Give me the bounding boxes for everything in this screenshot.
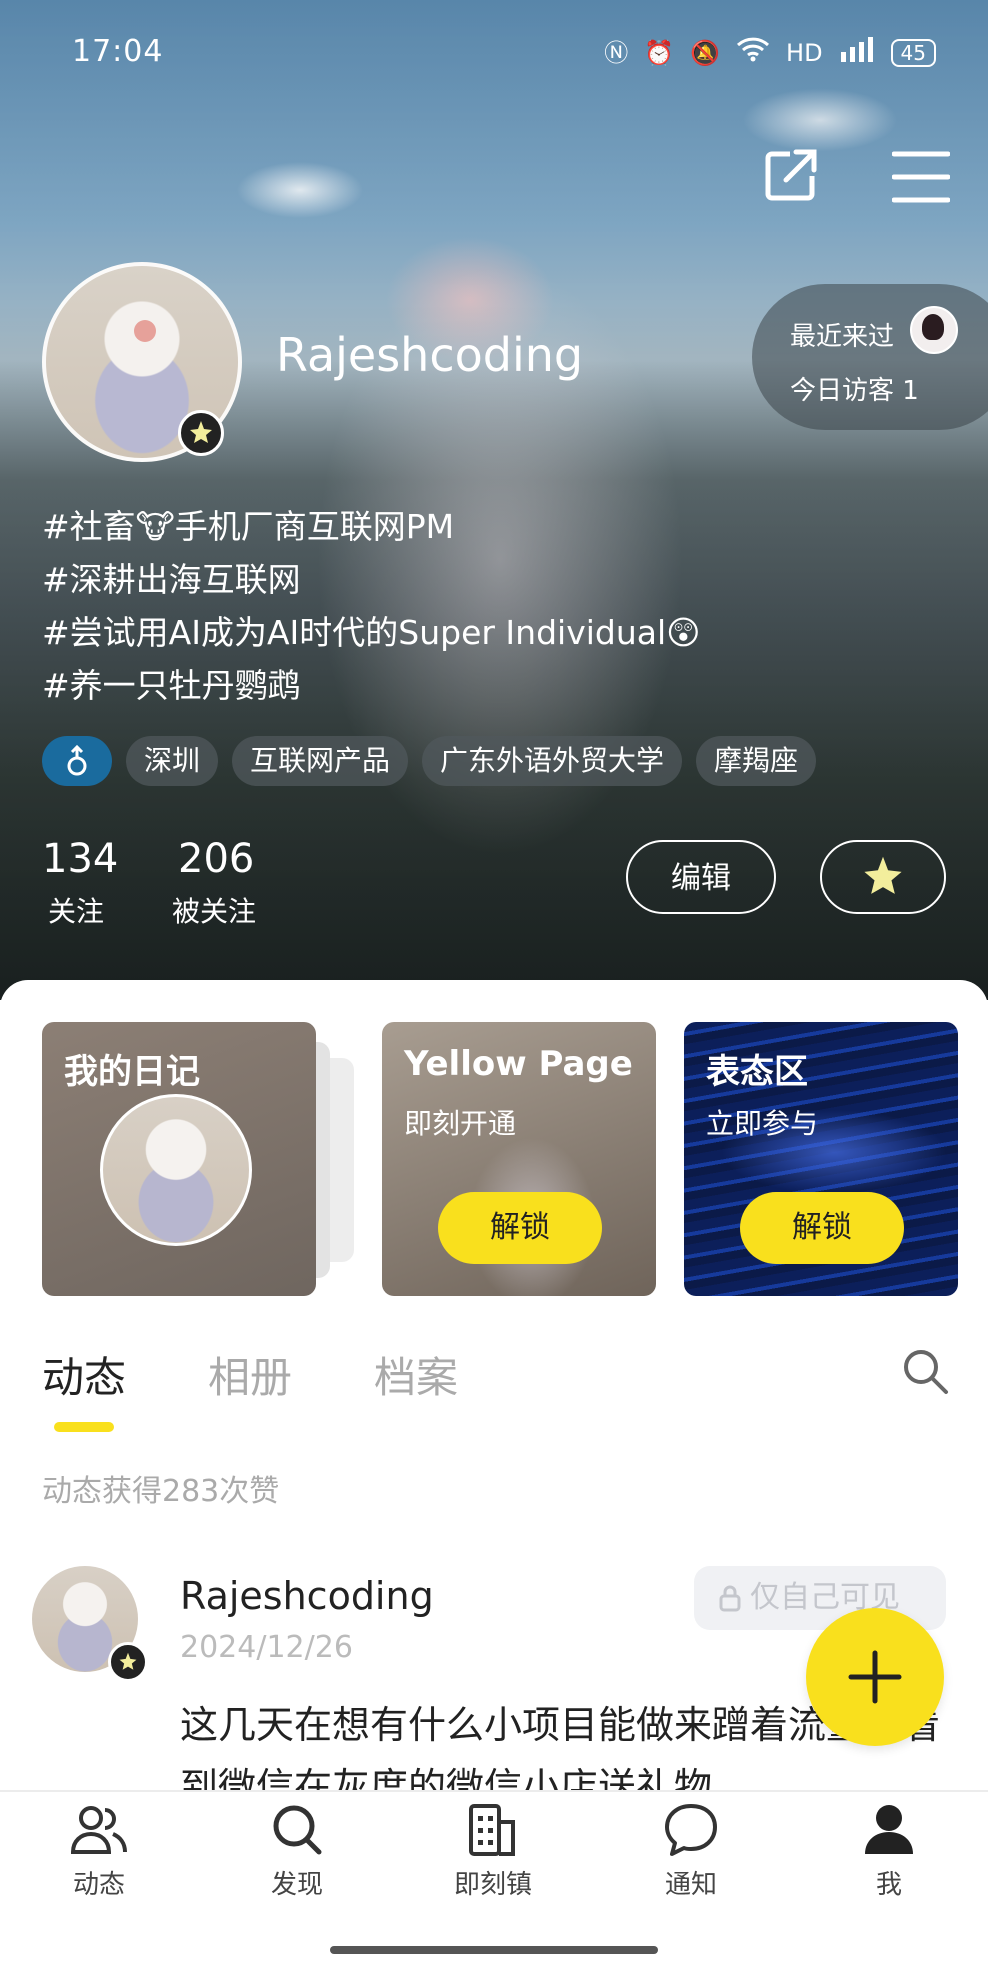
- profile-bio: #社畜🐮手机厂商互联网PM #深耕出海互联网 #尝试用AI成为AI时代的Supe…: [42, 500, 701, 712]
- tab-album[interactable]: 相册: [208, 1344, 292, 1405]
- yellow-page-card[interactable]: Yellow Page 即刻开通 解锁: [382, 1022, 656, 1296]
- bio-line: #尝试用AI成为AI时代的Super Individual😲: [42, 613, 701, 652]
- tag-industry[interactable]: 互联网产品: [232, 736, 409, 786]
- badge-icon[interactable]: [178, 410, 224, 456]
- edit-profile-button[interactable]: 编辑: [626, 840, 776, 914]
- battery-indicator: 45: [890, 38, 936, 67]
- create-post-button[interactable]: [806, 1608, 944, 1746]
- signal-icon: [839, 36, 875, 69]
- mute-icon: 🔕: [690, 38, 721, 67]
- visitor-avatar: [910, 306, 958, 354]
- tag-zodiac[interactable]: 摩羯座: [696, 736, 817, 786]
- yellow-page-title: Yellow Page: [404, 1044, 633, 1084]
- nav-notifications-label: 通知: [664, 1870, 717, 1900]
- nav-discover-label: 发现: [270, 1870, 323, 1900]
- express-zone-card[interactable]: 表态区 立即参与 解锁: [684, 1022, 958, 1296]
- nav-notifications[interactable]: 通知: [626, 1802, 756, 1901]
- unlock-button[interactable]: 解锁: [740, 1192, 904, 1264]
- diary-title: 我的日记: [64, 1052, 200, 1092]
- status-icons: Ⓝ ⏰ 🔕 HD 45: [604, 36, 936, 69]
- menu-button[interactable]: [891, 150, 952, 210]
- nav-feed[interactable]: 动态: [34, 1802, 164, 1901]
- post-date: 2024/12/26: [180, 1630, 353, 1665]
- followers-label[interactable]: 被关注: [172, 890, 256, 930]
- person-icon: [865, 1805, 913, 1854]
- plus-icon: [848, 1650, 902, 1704]
- recent-visitors-panel[interactable]: [752, 284, 988, 430]
- wifi-icon: [736, 36, 770, 69]
- profile-tags: 深圳 互联网产品 广东外语外贸大学 摩羯座: [42, 736, 817, 786]
- people-icon: [70, 1806, 127, 1854]
- search-icon: [273, 1805, 322, 1855]
- badge-button[interactable]: [820, 840, 946, 914]
- nav-discover[interactable]: 发现: [232, 1802, 362, 1901]
- building-icon: [469, 1804, 515, 1856]
- followers-count[interactable]: 206: [178, 836, 254, 882]
- profile-header: 17:04 Ⓝ ⏰ 🔕 HD 45 Rajeshcoding 最近来过 今日访客…: [0, 0, 988, 1000]
- badge-icon: [864, 856, 902, 894]
- home-indicator: [330, 1946, 658, 1954]
- yellow-page-subtitle: 即刻开通: [404, 1107, 517, 1140]
- search-icon[interactable]: [900, 1346, 950, 1400]
- nav-me-label: 我: [875, 1870, 902, 1900]
- today-visitors-label: 今日访客 1: [790, 376, 919, 406]
- tab-archive[interactable]: 档案: [374, 1344, 458, 1405]
- unlock-button[interactable]: 解锁: [438, 1192, 602, 1264]
- post-author-name[interactable]: Rajeshcoding: [180, 1574, 434, 1618]
- express-zone-title: 表态区: [706, 1052, 808, 1092]
- card-stack-shadow: [330, 1058, 354, 1262]
- nav-feed-label: 动态: [72, 1870, 125, 1900]
- alarm-icon: ⏰: [644, 38, 675, 67]
- badge-icon: [108, 1642, 148, 1682]
- profile-tabs: 动态 相册 档案: [42, 1344, 458, 1405]
- bio-line: #养一只牡丹鹦鹉: [42, 666, 301, 705]
- gender-male-tag: [42, 736, 112, 786]
- hd-icon: HD: [786, 38, 823, 67]
- nav-me[interactable]: 我: [824, 1802, 954, 1901]
- lock-icon: [719, 1585, 741, 1612]
- diary-card[interactable]: 我的日记: [42, 1022, 316, 1296]
- chat-bubble-icon: [665, 1804, 717, 1856]
- share-button[interactable]: [760, 146, 820, 206]
- tab-posts[interactable]: 动态: [42, 1344, 126, 1405]
- active-tab-indicator: [54, 1422, 114, 1432]
- bio-line: #社畜🐮手机厂商互联网PM: [42, 507, 455, 546]
- express-zone-subtitle: 立即参与: [706, 1107, 819, 1140]
- nav-town-label: 即刻镇: [453, 1870, 532, 1900]
- recent-visit-label: 最近来过: [790, 322, 895, 352]
- tag-location[interactable]: 深圳: [126, 736, 219, 786]
- diary-avatar: [100, 1094, 252, 1246]
- status-time: 17:04: [72, 34, 164, 69]
- bio-line: #深耕出海互联网: [42, 560, 301, 599]
- nfc-icon: Ⓝ: [604, 38, 629, 67]
- following-label[interactable]: 关注: [48, 890, 104, 930]
- profile-username: Rajeshcoding: [276, 328, 584, 382]
- nav-town[interactable]: 即刻镇: [428, 1802, 558, 1901]
- tag-school[interactable]: 广东外语外贸大学: [422, 736, 683, 786]
- following-count[interactable]: 134: [42, 836, 118, 882]
- likes-summary: 动态获得283次赞: [42, 1474, 280, 1509]
